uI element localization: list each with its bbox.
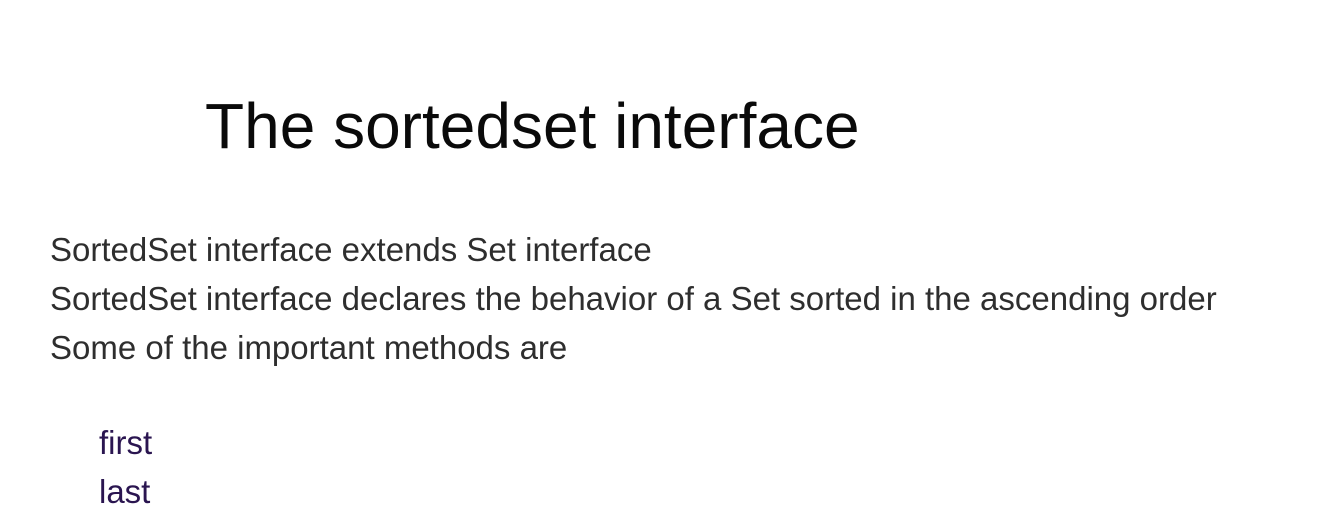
slide: The sortedset interface SortedSet interf… <box>0 0 1342 531</box>
body-line: Some of the important methods are <box>50 329 568 366</box>
method-item-last: last <box>99 473 151 510</box>
body-line: SortedSet interface declares the behavio… <box>50 280 1217 317</box>
methods-list: first last <box>99 418 152 516</box>
slide-title: The sortedset interface <box>205 90 860 162</box>
body-line: SortedSet interface extends Set interfac… <box>50 231 652 268</box>
method-item-first: first <box>99 424 153 461</box>
body-text-list: SortedSet interface extends Set interfac… <box>50 225 1217 372</box>
